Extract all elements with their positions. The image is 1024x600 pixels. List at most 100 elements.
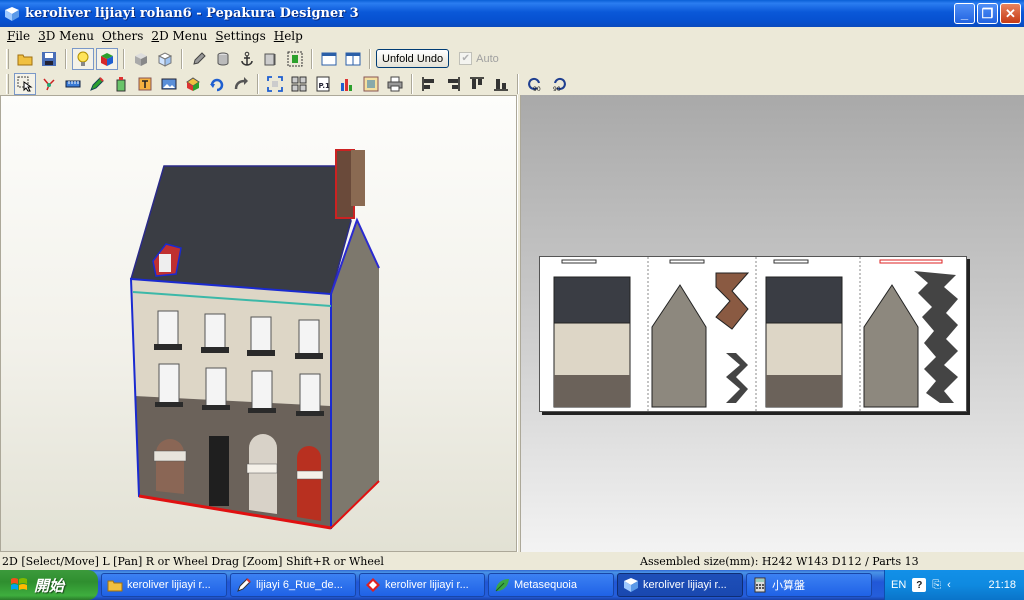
save-button[interactable] (38, 48, 60, 70)
window-title: keroliver lijiayi rohan6 - Pepakura Desi… (25, 6, 359, 21)
auto-checkbox[interactable]: ✔ Auto (459, 52, 499, 65)
start-label: 開始 (34, 577, 65, 595)
menu-settings[interactable]: Settings (211, 29, 269, 43)
paper-craft-icon (366, 578, 380, 592)
align-top-icon (470, 76, 484, 89)
main-toolbar: Unfold Undo ✔ Auto (0, 46, 1024, 71)
folder-icon (107, 580, 123, 592)
rotate-left-90-button[interactable]: 90 (524, 73, 546, 95)
fit-frame-icon (267, 75, 283, 92)
menu-2d[interactable]: 2D Menu (147, 29, 211, 43)
menu-3d[interactable]: 3D Menu (34, 29, 98, 43)
3d-view-panel[interactable] (0, 95, 517, 552)
calculator-icon (754, 577, 766, 593)
grid-parts-icon (291, 76, 307, 91)
menu-file[interactable]: File (3, 29, 34, 43)
page-number-button[interactable]: P.1 (312, 73, 334, 95)
color-cube-icon (101, 52, 113, 66)
task-pepakura[interactable]: keroliver lijiayi r... (617, 573, 743, 597)
task-label: keroliver lijiayi r... (127, 579, 211, 591)
align-bottom-icon (494, 78, 508, 91)
minimize-button[interactable]: _ (954, 3, 975, 24)
align-top-button[interactable] (466, 73, 488, 95)
texture-frame-icon (363, 76, 379, 91)
help-icon[interactable]: ? (912, 578, 927, 592)
select-tool-button[interactable] (14, 72, 36, 95)
menu-help[interactable]: Help (270, 29, 307, 43)
task-papercraft[interactable]: keroliver lijiayi r... (359, 573, 485, 597)
menu-others[interactable]: Others (98, 29, 147, 43)
align-bottom-button[interactable] (490, 73, 512, 95)
toolbar-separator (257, 73, 259, 94)
task-metasequoia[interactable]: Metasequoia (488, 573, 614, 597)
node-icon (43, 78, 55, 90)
taskbar: 開始 keroliver lijiayi r... lijiayi 6_Rue_… (0, 570, 1024, 600)
system-tray: EN ? ⎘ ‹ 21:18 (884, 570, 1024, 600)
status-bar: 2D [Select/Move] L [Pan] R or Wheel Drag… (0, 552, 1024, 570)
text-tool-button[interactable] (134, 73, 156, 95)
close-button[interactable]: ✕ (1000, 3, 1021, 24)
chart-button[interactable] (336, 73, 358, 95)
cylinder-icon (217, 52, 229, 65)
network-icon[interactable]: ⎘ (932, 579, 941, 592)
paper-3d-button[interactable] (154, 48, 176, 70)
anchor-button[interactable] (236, 48, 258, 70)
box-icon (264, 53, 276, 65)
save-disk-icon (42, 51, 56, 66)
pepakura-app-icon[interactable] (4, 6, 20, 22)
task-label: Metasequoia (514, 579, 577, 591)
toolbar-separator (411, 73, 413, 94)
window-split-icon (345, 52, 361, 65)
bar-chart-icon (341, 78, 352, 91)
status-hint: 2D [Select/Move] L [Pan] R or Wheel Drag… (2, 554, 384, 568)
light-toggle-button[interactable] (72, 47, 94, 70)
unfold-undo-button[interactable]: Unfold Undo (376, 49, 450, 68)
lightbulb-icon (77, 51, 89, 66)
task-editor[interactable]: lijiayi 6_Rue_de... (230, 573, 356, 597)
align-right-button[interactable] (442, 73, 464, 95)
close-icon: ✕ (1005, 5, 1016, 21)
building-3d-model[interactable] (1, 96, 518, 553)
unfolded-parts[interactable] (540, 257, 968, 413)
pen-icon (237, 578, 251, 592)
clock[interactable]: 21:18 (988, 579, 1016, 591)
start-button[interactable]: 開始 (0, 570, 98, 600)
maximize-button[interactable]: ❐ (977, 3, 998, 24)
texture-button[interactable] (360, 73, 382, 95)
task-calculator[interactable]: 小算盤 (746, 573, 872, 597)
align-left-button[interactable] (418, 73, 440, 95)
ruler-button[interactable] (62, 73, 84, 95)
paper-sheet[interactable] (539, 256, 968, 413)
edit-line-button[interactable] (188, 48, 210, 70)
rotate-parts-button[interactable] (206, 73, 228, 95)
toolbar-separator (123, 48, 125, 69)
toolbar-grip[interactable] (6, 48, 9, 69)
layout-single-button[interactable] (318, 48, 340, 70)
open-button[interactable] (14, 48, 36, 70)
fit-view-button[interactable] (264, 73, 286, 95)
flap-tool-button[interactable] (182, 73, 204, 95)
layout-split-button[interactable] (342, 48, 364, 70)
language-indicator[interactable]: EN (891, 579, 906, 591)
print-button[interactable] (384, 73, 406, 95)
expand-tray-icon[interactable]: ‹ (947, 579, 951, 591)
pen-tool-button[interactable] (86, 73, 108, 95)
task-label: lijiayi 6_Rue_de... (256, 579, 343, 591)
cylinder-button[interactable] (212, 48, 234, 70)
scale-button[interactable] (260, 48, 282, 70)
texture-toggle-button[interactable] (96, 47, 118, 70)
image-tool-button[interactable] (158, 73, 180, 95)
task-explorer[interactable]: keroliver lijiayi r... (101, 573, 227, 597)
view-3d-button[interactable] (130, 48, 152, 70)
page-number-icon: P.1 (316, 76, 330, 91)
rotate-right-90-button[interactable]: 90 (548, 73, 570, 95)
paper-cube-icon (157, 51, 173, 67)
arrange-button[interactable] (288, 73, 310, 95)
toolbar-separator (517, 73, 519, 94)
curved-arrow-icon (234, 76, 248, 89)
paint-button[interactable] (110, 73, 132, 95)
toolbar-grip[interactable] (6, 73, 9, 94)
select-parts-button[interactable] (284, 48, 306, 70)
move-parts-button[interactable] (230, 73, 252, 95)
join-tool-button[interactable] (38, 73, 60, 95)
